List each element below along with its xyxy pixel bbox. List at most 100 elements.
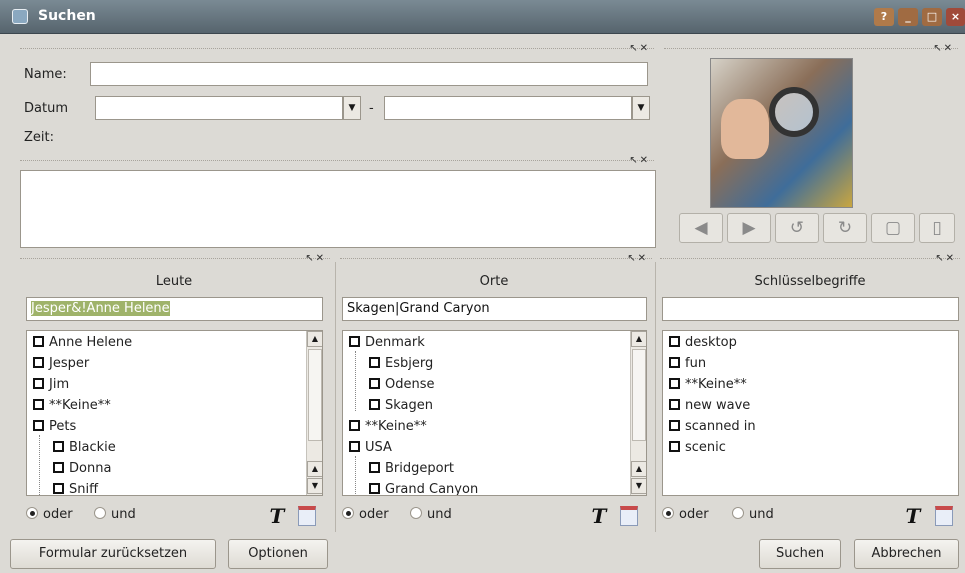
fit-button[interactable]: ▢	[871, 213, 915, 243]
list-item[interactable]: **Keine**	[33, 396, 111, 416]
people-or-radio[interactable]: oder	[26, 507, 73, 522]
checkbox[interactable]	[33, 399, 44, 410]
list-item[interactable]: Blackie	[53, 438, 116, 458]
scroll-thumb[interactable]	[632, 349, 646, 441]
scroll-thumb[interactable]	[308, 349, 322, 441]
minimize-button[interactable]: _	[898, 8, 918, 26]
checkbox[interactable]	[53, 483, 64, 494]
places-list[interactable]: Denmark Esbjerg Odense Skagen **Keine** …	[342, 330, 647, 496]
list-item[interactable]: Odense	[369, 375, 435, 395]
list-item[interactable]: Grand Canyon	[369, 480, 478, 495]
checkbox[interactable]	[669, 357, 680, 368]
keywords-list[interactable]: desktop fun **Keine** new wave scanned i…	[662, 330, 959, 496]
places-and-radio[interactable]: und	[410, 507, 452, 522]
checkbox[interactable]	[669, 336, 680, 347]
close-button[interactable]: ×	[946, 8, 965, 26]
list-item[interactable]: Pets	[33, 417, 76, 437]
places-filter-input[interactable]: Skagen|Grand Caryon	[342, 297, 647, 321]
checkbox[interactable]	[369, 357, 380, 368]
scroll-up-button[interactable]: ▲	[307, 331, 322, 347]
places-or-radio[interactable]: oder	[342, 507, 389, 522]
list-item[interactable]: **Keine**	[669, 375, 747, 395]
people-filter-input[interactable]: Jesper&!Anne Helene	[26, 297, 323, 321]
checkbox[interactable]	[349, 420, 360, 431]
list-item[interactable]: scenic	[669, 438, 726, 458]
scroll-up-button[interactable]: ▲	[631, 461, 646, 477]
checkbox[interactable]	[53, 441, 64, 452]
calendar-icon[interactable]	[298, 506, 316, 526]
description-textarea[interactable]	[20, 170, 656, 248]
checkbox[interactable]	[369, 399, 380, 410]
date-to-dropdown[interactable]: ▼	[632, 96, 650, 120]
checkbox[interactable]	[369, 378, 380, 389]
cancel-button[interactable]: Abbrechen	[854, 539, 959, 569]
list-item[interactable]: desktop	[669, 333, 737, 353]
people-and-radio[interactable]: und	[94, 507, 136, 522]
checkbox[interactable]	[53, 462, 64, 473]
list-item[interactable]: fun	[669, 354, 706, 374]
list-item[interactable]: **Keine**	[349, 417, 427, 437]
date-from-input[interactable]	[95, 96, 343, 120]
checkbox[interactable]	[669, 399, 680, 410]
checkbox[interactable]	[669, 378, 680, 389]
scrollbar[interactable]: ▲ ▲ ▼	[630, 331, 646, 495]
list-item[interactable]: Donna	[53, 459, 111, 479]
rotate-left-button[interactable]: ↺	[775, 213, 819, 243]
panel-grip[interactable]: ↖✕	[660, 253, 960, 268]
panel-grip[interactable]: ↖✕	[664, 43, 958, 58]
text-tool-icon[interactable]: T	[266, 505, 288, 527]
panel-grip[interactable]: ↖✕	[20, 43, 654, 58]
maximize-button[interactable]: □	[922, 8, 942, 26]
panel-grip[interactable]: ↖✕	[20, 253, 330, 268]
scroll-down-button[interactable]: ▼	[631, 478, 646, 494]
checkbox[interactable]	[33, 420, 44, 431]
panel-grip[interactable]: ↖✕	[20, 155, 654, 170]
reset-form-button[interactable]: Formular zurücksetzen	[10, 539, 216, 569]
keywords-and-radio[interactable]: und	[732, 507, 774, 522]
checkbox[interactable]	[369, 462, 380, 473]
list-item[interactable]: Esbjerg	[369, 354, 433, 374]
checkbox[interactable]	[369, 483, 380, 494]
previous-image-button[interactable]: ◀	[679, 213, 723, 243]
date-from-dropdown[interactable]: ▼	[343, 96, 361, 120]
checkbox[interactable]	[349, 336, 360, 347]
scroll-up-button[interactable]: ▲	[307, 461, 322, 477]
list-item[interactable]: Skagen	[369, 396, 433, 416]
keywords-filter-input[interactable]	[662, 297, 959, 321]
text-tool-icon[interactable]: T	[588, 505, 610, 527]
list-item[interactable]: Denmark	[349, 333, 425, 353]
date-to-input[interactable]	[384, 96, 632, 120]
checkbox[interactable]	[33, 357, 44, 368]
checkbox[interactable]	[33, 336, 44, 347]
people-list[interactable]: Anne Helene Jesper Jim **Keine** Pets Bl…	[26, 330, 323, 496]
checkbox[interactable]	[349, 441, 360, 452]
scroll-up-button[interactable]: ▲	[631, 331, 646, 347]
list-item[interactable]: Jesper	[33, 354, 89, 374]
checkbox[interactable]	[33, 378, 44, 389]
scrollbar[interactable]: ▲ ▲ ▼	[306, 331, 322, 495]
rotate-right-button[interactable]: ↻	[823, 213, 867, 243]
help-button[interactable]: ?	[874, 8, 894, 26]
next-image-button[interactable]: ▶	[727, 213, 771, 243]
list-item[interactable]: scanned in	[669, 417, 756, 437]
keywords-or-radio[interactable]: oder	[662, 507, 709, 522]
checkbox[interactable]	[669, 441, 680, 452]
search-button[interactable]: Suchen	[759, 539, 841, 569]
name-label: Name:	[24, 67, 67, 82]
list-item[interactable]: USA	[349, 438, 392, 458]
calendar-icon[interactable]	[935, 506, 953, 526]
list-item[interactable]: Anne Helene	[33, 333, 132, 353]
panel-grip[interactable]: ↖✕	[340, 253, 652, 268]
list-item[interactable]: Sniff	[53, 480, 98, 495]
calendar-icon[interactable]	[620, 506, 638, 526]
scroll-down-button[interactable]: ▼	[307, 478, 322, 494]
list-item[interactable]: new wave	[669, 396, 750, 416]
list-item[interactable]: Bridgeport	[369, 459, 454, 479]
checkbox[interactable]	[669, 420, 680, 431]
list-item-label: **Keine**	[49, 398, 111, 413]
page-button[interactable]: ▯	[919, 213, 955, 243]
list-item[interactable]: Jim	[33, 375, 69, 395]
text-tool-icon[interactable]: T	[902, 505, 924, 527]
name-input[interactable]	[90, 62, 648, 86]
options-button[interactable]: Optionen	[228, 539, 328, 569]
